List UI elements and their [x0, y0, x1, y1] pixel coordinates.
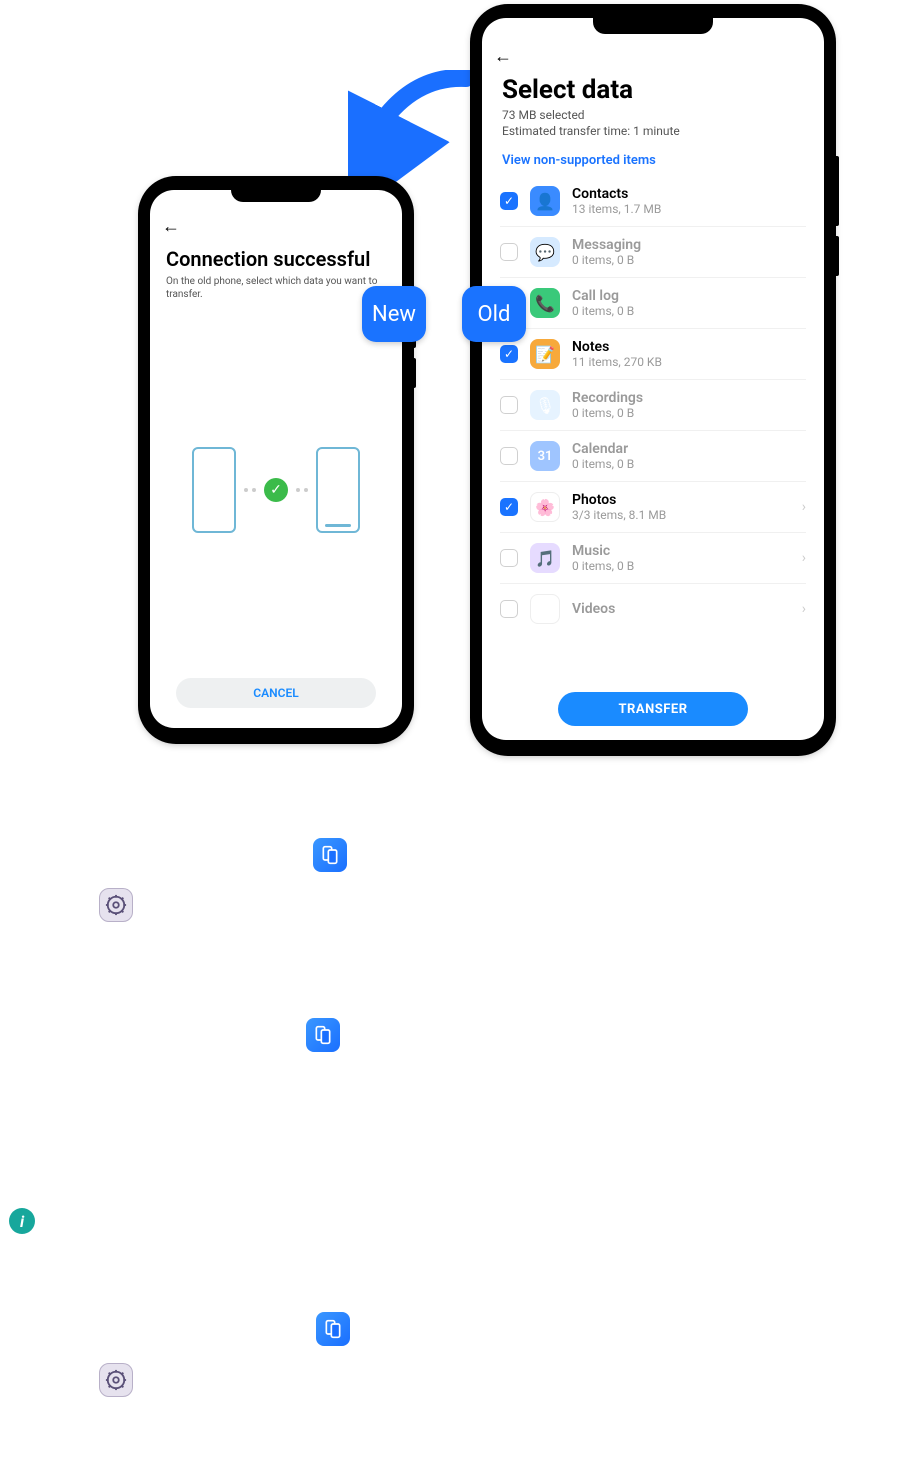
selected-size: 73 MB selected: [482, 107, 824, 123]
row-title: Videos: [572, 601, 790, 617]
non-supported-link[interactable]: View non-supported items: [482, 139, 824, 176]
videos-icon: ▶: [530, 594, 560, 624]
row-meta: 0 items, 0 B: [572, 253, 806, 267]
new-phone-frame: ← Connection successful On the old phone…: [140, 178, 412, 742]
row-title: Contacts: [572, 186, 806, 202]
cancel-button[interactable]: CANCEL: [176, 678, 376, 708]
data-row-notes[interactable]: ✓ 📝 Notes11 items, 270 KB: [500, 329, 806, 380]
row-title: Photos: [572, 492, 790, 508]
data-row-videos[interactable]: ▶ Videos ›: [500, 584, 806, 634]
chevron-right-icon: ›: [802, 601, 806, 617]
checkbox[interactable]: ✓: [500, 345, 518, 363]
contacts-icon: 👤: [530, 186, 560, 216]
row-title: Call log: [572, 288, 806, 304]
row-title: Calendar: [572, 441, 806, 457]
calendar-icon: 31: [530, 441, 560, 471]
checkbox[interactable]: [500, 600, 518, 618]
row-title: Messaging: [572, 237, 806, 253]
page-title: Select data: [482, 71, 824, 107]
mini-phone-icon: [192, 447, 236, 533]
page-title: Connection successful: [150, 241, 402, 275]
music-icon: 🎵: [530, 543, 560, 573]
phone-clone-icon: [316, 1312, 350, 1346]
checkbox[interactable]: [500, 243, 518, 261]
row-meta: 0 items, 0 B: [572, 406, 806, 420]
settings-icon: [99, 888, 133, 922]
back-button[interactable]: ←: [150, 212, 402, 241]
phone-clone-icon: [313, 838, 347, 872]
phone-clone-icon: [306, 1018, 340, 1052]
success-check-icon: ✓: [264, 478, 288, 502]
row-title: Music: [572, 543, 790, 559]
mini-phone-icon: [316, 447, 360, 533]
data-row-contacts[interactable]: ✓ 👤 Contacts13 items, 1.7 MB: [500, 176, 806, 227]
checkbox[interactable]: [500, 447, 518, 465]
data-row-music[interactable]: 🎵 Music0 items, 0 B ›: [500, 533, 806, 584]
old-phone-badge: Old: [462, 286, 526, 342]
new-phone-badge: New: [362, 286, 426, 342]
data-row-recordings[interactable]: 🎙 Recordings0 items, 0 B: [500, 380, 806, 431]
row-title: Recordings: [572, 390, 806, 406]
transfer-arrow-icon: [348, 70, 478, 190]
row-meta: 0 items, 0 B: [572, 304, 806, 318]
chevron-right-icon: ›: [802, 499, 806, 515]
checkbox[interactable]: ✓: [500, 498, 518, 516]
recordings-icon: 🎙: [530, 390, 560, 420]
data-row-photos[interactable]: ✓ 🌸 Photos3/3 items, 8.1 MB ›: [500, 482, 806, 533]
row-meta: 0 items, 0 B: [572, 559, 790, 573]
transfer-button[interactable]: TRANSFER: [558, 692, 748, 726]
photos-icon: 🌸: [530, 492, 560, 522]
data-row-calendar[interactable]: 31 Calendar0 items, 0 B: [500, 431, 806, 482]
row-meta: 3/3 items, 8.1 MB: [572, 508, 790, 522]
data-row-call-log[interactable]: 📞 Call log0 items, 0 B: [500, 278, 806, 329]
row-title: Notes: [572, 339, 806, 355]
back-button[interactable]: ←: [482, 42, 824, 71]
old-phone-frame: ← Select data 73 MB selected Estimated t…: [472, 6, 834, 754]
row-meta: 13 items, 1.7 MB: [572, 202, 806, 216]
notes-icon: 📝: [530, 339, 560, 369]
call-log-icon: 📞: [530, 288, 560, 318]
row-meta: 11 items, 270 KB: [572, 355, 806, 369]
transfer-estimate: Estimated transfer time: 1 minute: [482, 123, 824, 139]
settings-icon: [99, 1363, 133, 1397]
connection-illustration: ✓: [150, 301, 402, 678]
messaging-icon: 💬: [530, 237, 560, 267]
checkbox[interactable]: [500, 396, 518, 414]
info-icon: i: [9, 1208, 35, 1234]
data-type-list: ✓👤Contacts13 items, 1.7 MB💬Messaging0 it…: [482, 176, 824, 684]
checkbox[interactable]: ✓: [500, 192, 518, 210]
chevron-right-icon: ›: [802, 550, 806, 566]
checkbox[interactable]: [500, 549, 518, 567]
row-meta: 0 items, 0 B: [572, 457, 806, 471]
data-row-messaging[interactable]: 💬 Messaging0 items, 0 B: [500, 227, 806, 278]
